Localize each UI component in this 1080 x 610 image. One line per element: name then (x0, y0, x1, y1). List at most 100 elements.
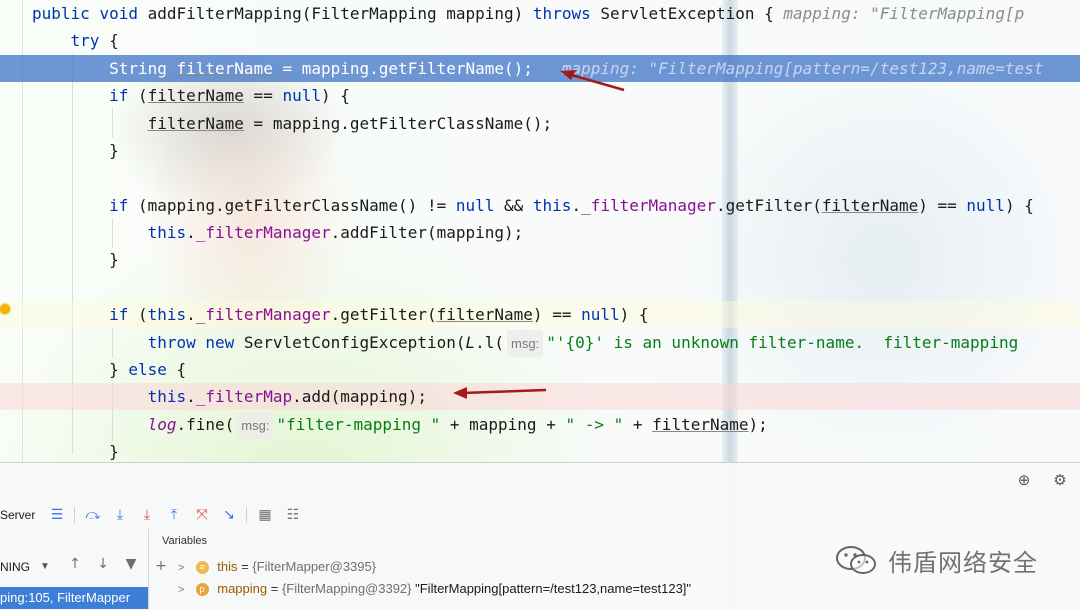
code-text: . (186, 305, 196, 324)
code-text: + (623, 415, 653, 434)
field-icon: ≡ (195, 561, 209, 575)
code-static-field: log (147, 415, 177, 434)
step-over-icon[interactable]: ⤼ (84, 506, 102, 524)
code-keyword: this (147, 305, 187, 324)
code-keyword: null (282, 86, 321, 105)
thread-state-label: NING (0, 560, 30, 574)
code-text: ) { (619, 305, 649, 324)
frames-pane: NING ▼ ↑ ↓ ▼ ping:105, FilterMapper (0, 529, 149, 610)
code-keyword: if (109, 305, 129, 324)
code-line-else[interactable]: } else { (0, 356, 1080, 383)
intention-bulb-icon[interactable] (0, 304, 10, 314)
code-line-execution-point[interactable]: String filterName = mapping.getFilterNam… (0, 55, 1080, 82)
code-line[interactable]: if (mapping.getFilterClassName() != null… (0, 192, 1080, 219)
code-text: (mapping.getFilterClassName() != (128, 196, 456, 215)
debugger-panel: ⊕ ⚙ Server ☰ ⤼ ⤓ ⤓ ⤒ ⤧ ↘ ▦ ☷ NING ▼ ↑ ↓ … (0, 462, 1080, 610)
add-watch-icon[interactable]: + (152, 557, 170, 575)
code-text: } (32, 250, 119, 269)
code-line[interactable]: this._filterManager.addFilter(mapping); (0, 219, 1080, 246)
code-text: .l( (475, 333, 505, 352)
stack-frame-row[interactable]: ping:105, FilterMapper (0, 587, 148, 609)
chevron-right-icon[interactable]: > (178, 580, 192, 600)
code-line-breakpoint[interactable]: this._filterMap.add(mapping); (0, 383, 1080, 410)
code-text: } (32, 360, 129, 379)
code-line[interactable]: } (0, 137, 1080, 164)
variable-equals: = (267, 581, 282, 596)
chevron-right-icon[interactable]: > (178, 558, 192, 578)
code-line-throw[interactable]: throw new ServletConfigException(L.l(msg… (0, 329, 1080, 357)
code-identifier: filterName (147, 114, 244, 133)
code-text: ( (128, 305, 148, 324)
code-keyword: try (70, 31, 100, 50)
code-italic: L (465, 333, 476, 352)
filter-icon[interactable]: ▼ (122, 555, 140, 573)
code-line-blank[interactable] (0, 164, 1080, 191)
code-line[interactable]: if (filterName == null) { (0, 82, 1080, 109)
target-icon[interactable]: ⊕ (1016, 473, 1032, 489)
code-line[interactable]: } (0, 438, 1080, 465)
code-identifier: filterName (147, 86, 244, 105)
code-line-blank[interactable] (0, 274, 1080, 301)
code-text: { (166, 360, 187, 379)
code-text: == (243, 86, 283, 105)
force-step-into-icon[interactable]: ⤓ (138, 506, 156, 524)
code-text: ServletConfigException( (243, 333, 466, 352)
code-field: _filterMap (195, 387, 293, 406)
code-string: "'{0}' is an unknown filter-name. filter… (546, 333, 1019, 352)
step-into-icon[interactable]: ⤓ (111, 506, 129, 524)
code-text: ServletException { (600, 4, 784, 23)
code-text: String (32, 59, 177, 78)
code-text: { (99, 31, 119, 50)
code-line[interactable]: filterName = mapping.getFilterClassName(… (0, 110, 1080, 137)
code-text: + mapping + (440, 415, 566, 434)
frames-menu-icon[interactable]: ☰ (48, 506, 66, 524)
code-keyword: if (109, 196, 129, 215)
code-text: .getFilter( (330, 305, 437, 324)
code-text: ) { (320, 86, 350, 105)
code-editor[interactable]: public void addFilterMapping(FilterMappi… (0, 0, 1080, 462)
code-text: (FilterMapping mapping) (301, 4, 533, 23)
code-line-method-signature[interactable]: public void addFilterMapping(FilterMappi… (0, 0, 1080, 27)
code-identifier: filterName (652, 415, 749, 434)
code-line[interactable]: if (this._filterManager.getFilter(filter… (0, 301, 1080, 328)
code-line-try[interactable]: try { (0, 27, 1080, 54)
thread-selector[interactable]: NING ▼ (0, 557, 56, 577)
variable-value: "FilterMapping[pattern=/test123,name=tes… (411, 581, 692, 596)
arrow-up-icon[interactable]: ↑ (66, 555, 84, 573)
code-text: && (494, 196, 533, 215)
code-text: . (186, 223, 196, 242)
code-keyword: public (32, 4, 100, 23)
code-keyword: throw (147, 333, 206, 352)
code-line-log[interactable]: log.fine(msg: "filter-mapping " + mapping… (0, 411, 1080, 439)
code-field: _filterManager (195, 305, 331, 324)
code-text: } (32, 141, 119, 160)
code-text: = mapping.getFilterClassName(); (243, 114, 553, 133)
code-text: .add(mapping); (292, 387, 427, 406)
parameter-name-hint: msg: (507, 330, 544, 357)
gear-icon[interactable]: ⚙ (1052, 473, 1068, 489)
code-method-name: addFilterMapping (147, 4, 302, 23)
variable-row-this[interactable]: > ≡ this = {FilterMapper@3395} (178, 557, 376, 577)
code-identifier: filterName (176, 59, 273, 78)
run-to-cursor-icon[interactable]: ↘ (220, 506, 238, 524)
inline-value-hint: mapping: "FilterMapping[p (783, 4, 1025, 23)
drop-frame-icon[interactable]: ⤧ (193, 506, 211, 524)
trace-icon[interactable]: ☷ (284, 506, 302, 524)
code-line[interactable]: } (0, 246, 1080, 273)
watermark-text: 伟盾网络安全 (888, 548, 1038, 577)
session-tab[interactable]: Server (0, 508, 35, 522)
code-keyword: null (455, 196, 495, 215)
step-out-icon[interactable]: ⤒ (165, 506, 183, 524)
variable-name: this (217, 559, 238, 574)
variable-row-mapping[interactable]: > p mapping = {FilterMapping@3392} "Filt… (178, 579, 691, 599)
evaluate-icon[interactable]: ▦ (256, 506, 274, 524)
arrow-down-icon[interactable]: ↓ (94, 555, 112, 573)
code-keyword: this (147, 387, 187, 406)
code-keyword: if (109, 86, 129, 105)
